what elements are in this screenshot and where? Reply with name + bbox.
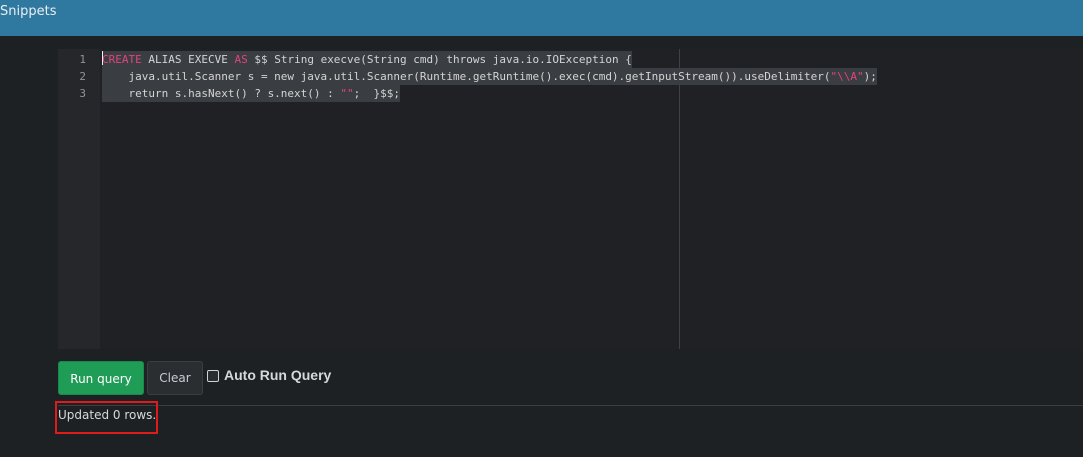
auto-run-label[interactable]: Auto Run Query [224, 367, 331, 383]
line-number: 2 [79, 70, 86, 83]
code-line[interactable]: java.util.Scanner s = new java.util.Scan… [102, 68, 877, 85]
code-token: return s.hasNext() ? s.next() : [102, 87, 341, 100]
clear-button[interactable]: Clear [147, 361, 203, 395]
string-token: "\\A" [830, 70, 864, 83]
code-token: $$ String execve(String cmd) throws java… [247, 53, 632, 66]
print-margin-line [679, 49, 680, 349]
code-token: ; }$$; [353, 87, 401, 100]
line-number: 3 [79, 87, 86, 100]
top-bar: Snippets [0, 0, 1083, 36]
code-token: ALIAS EXECVE [141, 53, 235, 66]
code-line[interactable]: return s.hasNext() ? s.next() : ""; }$$; [102, 85, 401, 102]
keyword-token: AS [234, 53, 248, 66]
string-token: "" [340, 87, 354, 100]
page-title: Snippets [0, 4, 57, 19]
code-editor[interactable]: 1 2 3 CREATE ALIAS EXECVE AS $$ String e… [58, 49, 1083, 349]
editor-gutter: 1 2 3 [58, 49, 100, 349]
status-message: Updated 0 rows. [58, 408, 157, 422]
run-query-button[interactable]: Run query [58, 361, 144, 395]
code-line[interactable]: CREATE ALIAS EXECVE AS $$ String execve(… [102, 51, 632, 68]
code-token: java.util.Scanner s = new java.util.Scan… [102, 70, 831, 83]
code-token: ); [863, 70, 877, 83]
line-number: 1 [79, 53, 86, 66]
divider [58, 405, 1083, 406]
text-cursor [102, 51, 103, 65]
auto-run-checkbox[interactable] [207, 370, 219, 382]
keyword-token: CREATE [102, 53, 142, 66]
